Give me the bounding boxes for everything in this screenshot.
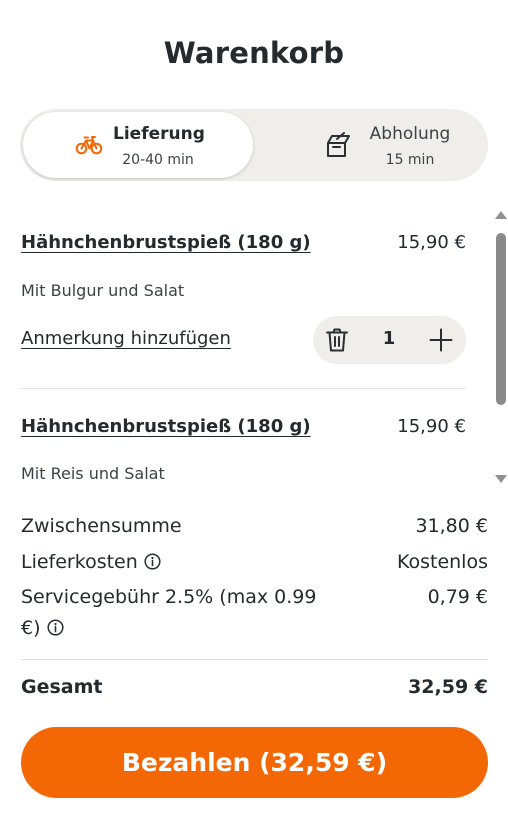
scroll-up-arrow-icon[interactable]: [495, 211, 507, 219]
service-fee-label-cont: €): [21, 617, 41, 639]
item-name[interactable]: Hähnchenbrustspieß (180 g): [21, 232, 311, 253]
pickup-option-label: Abholung: [369, 124, 451, 144]
add-note-link[interactable]: Anmerkung hinzufügen: [21, 328, 231, 349]
scroll-down-arrow-icon[interactable]: [495, 475, 507, 483]
cart-item: Hähnchenbrustspieß (180 g) 15,90 € Mit R…: [21, 416, 466, 486]
cart-scrollbar[interactable]: [493, 208, 508, 486]
page-title: Warenkorb: [163, 36, 345, 70]
item-divider: [21, 388, 466, 389]
pickup-option[interactable]: Abholung 15 min: [258, 112, 488, 178]
quantity-value: 1: [382, 328, 396, 349]
delivery-option[interactable]: Lieferung 20-40 min: [23, 112, 253, 178]
service-fee-label: Servicegebühr 2.5% (max 0.99: [21, 586, 317, 608]
item-price: 15,90 €: [397, 232, 466, 253]
takeaway-bag-icon: [327, 132, 350, 157]
trash-icon[interactable]: [324, 327, 350, 353]
quantity-stepper: 1: [313, 316, 466, 364]
plus-icon[interactable]: [429, 328, 453, 352]
summary-divider: [21, 659, 488, 660]
subtotal-value: 31,80 €: [415, 515, 488, 537]
total-value: 32,59 €: [408, 676, 488, 698]
bicycle-icon: [75, 136, 103, 155]
subtotal-label: Zwischensumme: [21, 515, 182, 537]
item-name[interactable]: Hähnchenbrustspieß (180 g): [21, 416, 311, 437]
scrollbar-thumb[interactable]: [496, 233, 506, 405]
delivery-option-time: 20-40 min: [122, 152, 194, 168]
total-label: Gesamt: [21, 676, 103, 698]
info-icon[interactable]: [144, 552, 161, 570]
delivery-option-label: Lieferung: [113, 124, 205, 144]
delivery-fee-value: Kostenlos: [396, 551, 488, 573]
cart-item-list[interactable]: Hähnchenbrustspieß (180 g) 15,90 € Mit B…: [0, 205, 508, 495]
service-fee-value: 0,79 €: [427, 586, 488, 608]
cart-item: Hähnchenbrustspieß (180 g) 15,90 € Mit B…: [21, 232, 466, 382]
item-description: Mit Bulgur und Salat: [21, 281, 185, 300]
pickup-option-time: 15 min: [385, 152, 435, 168]
item-price: 15,90 €: [397, 416, 466, 437]
delivery-mode-toggle: Lieferung 20-40 min Abholung 15 min: [20, 109, 488, 181]
checkout-button[interactable]: Bezahlen (32,59 €): [21, 727, 488, 798]
item-description: Mit Reis und Salat: [21, 464, 165, 483]
delivery-fee-label: Lieferkosten: [21, 551, 138, 573]
info-icon[interactable]: [46, 618, 64, 636]
